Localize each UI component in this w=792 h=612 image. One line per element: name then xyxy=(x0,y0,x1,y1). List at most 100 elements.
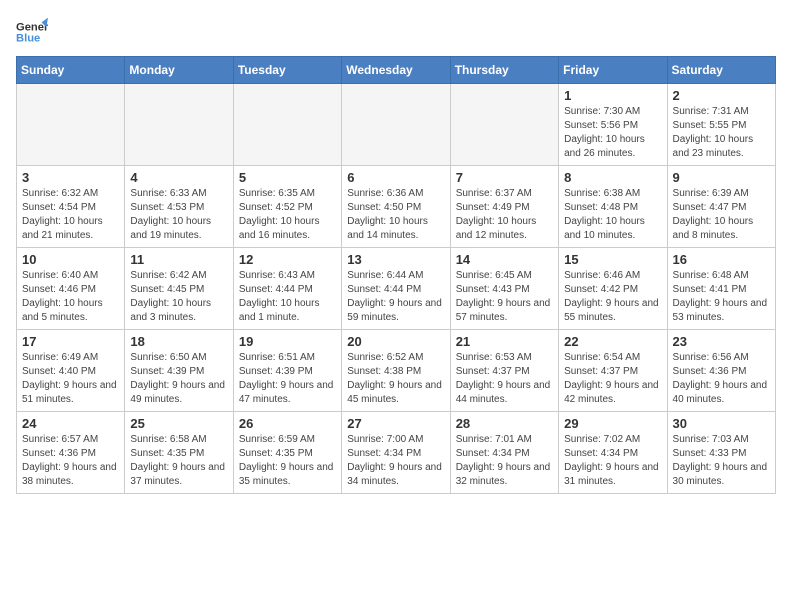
day-info: Sunrise: 6:58 AM Sunset: 4:35 PM Dayligh… xyxy=(130,433,227,489)
day-info: Sunrise: 6:39 AM Sunset: 4:47 PM Dayligh… xyxy=(673,187,770,243)
calendar-cell: 15 Sunrise: 6:46 AM Sunset: 4:42 PM Dayli… xyxy=(559,248,667,330)
calendar-cell: 23 Sunrise: 6:56 AM Sunset: 4:36 PM Dayli… xyxy=(667,330,775,412)
weekday-header-monday: Monday xyxy=(125,57,233,84)
logo: General Blue xyxy=(16,16,52,48)
day-info: Sunrise: 7:30 AM Sunset: 5:56 PM Dayligh… xyxy=(564,105,661,161)
day-info: Sunrise: 7:31 AM Sunset: 5:55 PM Dayligh… xyxy=(673,105,770,161)
calendar-cell: 11 Sunrise: 6:42 AM Sunset: 4:45 PM Dayli… xyxy=(125,248,233,330)
calendar-body: 1 Sunrise: 7:30 AM Sunset: 5:56 PM Daylig… xyxy=(17,84,776,494)
day-number: 20 xyxy=(347,334,444,349)
calendar-cell: 25 Sunrise: 6:58 AM Sunset: 4:35 PM Dayli… xyxy=(125,412,233,494)
calendar-cell: 13 Sunrise: 6:44 AM Sunset: 4:44 PM Dayli… xyxy=(342,248,450,330)
day-info: Sunrise: 6:33 AM Sunset: 4:53 PM Dayligh… xyxy=(130,187,227,243)
weekday-header-thursday: Thursday xyxy=(450,57,558,84)
calendar-cell: 14Sunrise: 6:45 AM Sunset: 4:43 PM Dayli… xyxy=(450,248,558,330)
calendar-cell: 27 Sunrise: 7:00 AM Sunset: 4:34 PM Dayli… xyxy=(342,412,450,494)
day-info: Sunrise: 6:36 AM Sunset: 4:50 PM Dayligh… xyxy=(347,187,444,243)
calendar-cell: 20 Sunrise: 6:52 AM Sunset: 4:38 PM Dayli… xyxy=(342,330,450,412)
day-number: 15 xyxy=(564,252,661,267)
day-info: Sunrise: 7:01 AM Sunset: 4:34 PM Dayligh… xyxy=(456,433,553,489)
day-info: Sunrise: 6:52 AM Sunset: 4:38 PM Dayligh… xyxy=(347,351,444,407)
day-info: Sunrise: 6:44 AM Sunset: 4:44 PM Dayligh… xyxy=(347,269,444,325)
day-info: Sunrise: 6:59 AM Sunset: 4:35 PM Dayligh… xyxy=(239,433,336,489)
calendar-cell: 30 Sunrise: 7:03 AM Sunset: 4:33 PM Dayli… xyxy=(667,412,775,494)
day-number: 6 xyxy=(347,170,444,185)
weekday-header-row: SundayMondayTuesdayWednesdayThursdayFrid… xyxy=(17,57,776,84)
calendar-cell: 8 Sunrise: 6:38 AM Sunset: 4:48 PM Daylig… xyxy=(559,166,667,248)
day-number: 28 xyxy=(456,416,553,431)
day-number: 13 xyxy=(347,252,444,267)
day-number: 9 xyxy=(673,170,770,185)
calendar-cell: 7 Sunrise: 6:37 AM Sunset: 4:49 PM Daylig… xyxy=(450,166,558,248)
day-info: Sunrise: 6:50 AM Sunset: 4:39 PM Dayligh… xyxy=(130,351,227,407)
day-info: Sunrise: 6:53 AM Sunset: 4:37 PM Dayligh… xyxy=(456,351,553,407)
calendar-cell xyxy=(17,84,125,166)
day-number: 26 xyxy=(239,416,336,431)
day-info: Sunrise: 6:32 AM Sunset: 4:54 PM Dayligh… xyxy=(22,187,119,243)
day-info: Sunrise: 6:38 AM Sunset: 4:48 PM Dayligh… xyxy=(564,187,661,243)
header: General Blue xyxy=(16,16,776,48)
calendar-cell: 10 Sunrise: 6:40 AM Sunset: 4:46 PM Dayli… xyxy=(17,248,125,330)
logo-icon: General Blue xyxy=(16,16,48,48)
day-info: Sunrise: 6:48 AM Sunset: 4:41 PM Dayligh… xyxy=(673,269,770,325)
weekday-header-tuesday: Tuesday xyxy=(233,57,341,84)
day-number: 14 xyxy=(456,252,553,267)
day-info: Sunrise: 6:35 AM Sunset: 4:52 PM Dayligh… xyxy=(239,187,336,243)
day-number: 22 xyxy=(564,334,661,349)
day-info: Sunrise: 6:49 AM Sunset: 4:40 PM Dayligh… xyxy=(22,351,119,407)
day-number: 16 xyxy=(673,252,770,267)
calendar-cell: 29Sunrise: 7:02 AM Sunset: 4:34 PM Dayli… xyxy=(559,412,667,494)
calendar-cell: 9 Sunrise: 6:39 AM Sunset: 4:47 PM Daylig… xyxy=(667,166,775,248)
weekday-header-sunday: Sunday xyxy=(17,57,125,84)
day-number: 10 xyxy=(22,252,119,267)
day-info: Sunrise: 6:42 AM Sunset: 4:45 PM Dayligh… xyxy=(130,269,227,325)
calendar-cell: 18 Sunrise: 6:50 AM Sunset: 4:39 PM Dayli… xyxy=(125,330,233,412)
calendar-cell: 26 Sunrise: 6:59 AM Sunset: 4:35 PM Dayli… xyxy=(233,412,341,494)
day-number: 18 xyxy=(130,334,227,349)
calendar-week-1: 1 Sunrise: 7:30 AM Sunset: 5:56 PM Daylig… xyxy=(17,84,776,166)
day-info: Sunrise: 6:54 AM Sunset: 4:37 PM Dayligh… xyxy=(564,351,661,407)
weekday-header-saturday: Saturday xyxy=(667,57,775,84)
calendar-week-4: 17Sunrise: 6:49 AM Sunset: 4:40 PM Dayli… xyxy=(17,330,776,412)
day-number: 30 xyxy=(673,416,770,431)
weekday-header-wednesday: Wednesday xyxy=(342,57,450,84)
calendar-cell: 19 Sunrise: 6:51 AM Sunset: 4:39 PM Dayli… xyxy=(233,330,341,412)
calendar-cell xyxy=(450,84,558,166)
day-number: 7 xyxy=(456,170,553,185)
calendar-cell: 24Sunrise: 6:57 AM Sunset: 4:36 PM Dayli… xyxy=(17,412,125,494)
calendar-cell: 2 Sunrise: 7:31 AM Sunset: 5:55 PM Daylig… xyxy=(667,84,775,166)
day-info: Sunrise: 6:51 AM Sunset: 4:39 PM Dayligh… xyxy=(239,351,336,407)
day-info: Sunrise: 6:37 AM Sunset: 4:49 PM Dayligh… xyxy=(456,187,553,243)
day-number: 19 xyxy=(239,334,336,349)
calendar-cell: 5Sunrise: 6:35 AM Sunset: 4:52 PM Daylig… xyxy=(233,166,341,248)
day-number: 8 xyxy=(564,170,661,185)
calendar-cell: 21Sunrise: 6:53 AM Sunset: 4:37 PM Dayli… xyxy=(450,330,558,412)
calendar-cell: 4 Sunrise: 6:33 AM Sunset: 4:53 PM Daylig… xyxy=(125,166,233,248)
calendar-cell: 12 Sunrise: 6:43 AM Sunset: 4:44 PM Dayli… xyxy=(233,248,341,330)
day-info: Sunrise: 6:56 AM Sunset: 4:36 PM Dayligh… xyxy=(673,351,770,407)
day-info: Sunrise: 7:00 AM Sunset: 4:34 PM Dayligh… xyxy=(347,433,444,489)
day-info: Sunrise: 6:43 AM Sunset: 4:44 PM Dayligh… xyxy=(239,269,336,325)
calendar-cell: 28 Sunrise: 7:01 AM Sunset: 4:34 PM Dayli… xyxy=(450,412,558,494)
day-number: 3 xyxy=(22,170,119,185)
calendar-cell: 1 Sunrise: 7:30 AM Sunset: 5:56 PM Daylig… xyxy=(559,84,667,166)
day-number: 4 xyxy=(130,170,227,185)
day-number: 11 xyxy=(130,252,227,267)
day-number: 23 xyxy=(673,334,770,349)
calendar-cell: 3 Sunrise: 6:32 AM Sunset: 4:54 PM Daylig… xyxy=(17,166,125,248)
day-number: 12 xyxy=(239,252,336,267)
day-number: 25 xyxy=(130,416,227,431)
calendar-week-2: 3 Sunrise: 6:32 AM Sunset: 4:54 PM Daylig… xyxy=(17,166,776,248)
calendar-cell xyxy=(233,84,341,166)
calendar-cell: 17Sunrise: 6:49 AM Sunset: 4:40 PM Dayli… xyxy=(17,330,125,412)
calendar-cell: 6 Sunrise: 6:36 AM Sunset: 4:50 PM Daylig… xyxy=(342,166,450,248)
weekday-header-friday: Friday xyxy=(559,57,667,84)
calendar-cell: 16 Sunrise: 6:48 AM Sunset: 4:41 PM Dayli… xyxy=(667,248,775,330)
day-info: Sunrise: 6:46 AM Sunset: 4:42 PM Dayligh… xyxy=(564,269,661,325)
day-number: 27 xyxy=(347,416,444,431)
day-info: Sunrise: 6:40 AM Sunset: 4:46 PM Dayligh… xyxy=(22,269,119,325)
day-number: 2 xyxy=(673,88,770,103)
calendar-cell xyxy=(342,84,450,166)
day-info: Sunrise: 7:03 AM Sunset: 4:33 PM Dayligh… xyxy=(673,433,770,489)
day-number: 1 xyxy=(564,88,661,103)
